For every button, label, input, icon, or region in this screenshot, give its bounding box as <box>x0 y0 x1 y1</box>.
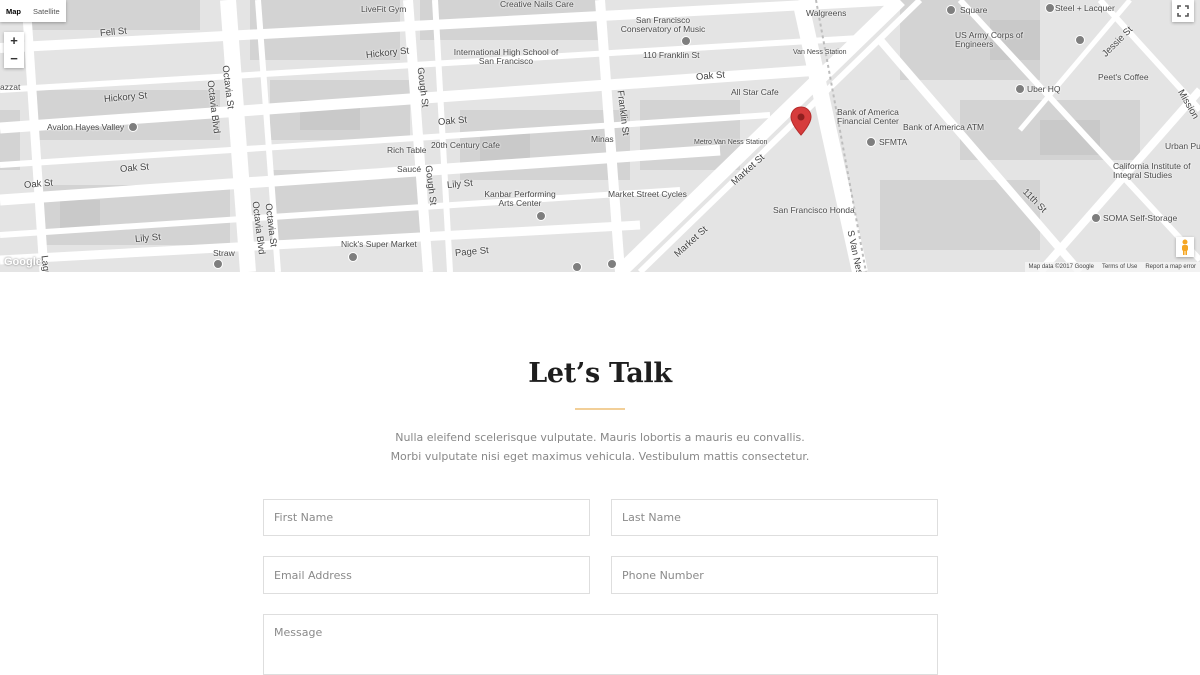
street-label: Lily St <box>134 231 162 245</box>
map-place-label[interactable]: Rich Table <box>387 145 427 155</box>
pegman-icon <box>1182 239 1188 255</box>
map-place-label[interactable]: All Star Cafe <box>731 87 779 97</box>
poi-icon[interactable] <box>128 122 138 132</box>
map-place-label[interactable]: Avalon Hayes Valley <box>47 122 124 132</box>
map-place-label[interactable]: azzat <box>0 82 20 92</box>
location-map[interactable]: LiveFit Gym Creative Nails Care Walgreen… <box>0 0 1200 272</box>
map-place-label[interactable]: Creative Nails Care <box>500 0 574 9</box>
map-place-label[interactable]: Uber HQ <box>1027 84 1061 94</box>
map-type-satellite-button[interactable]: Satellite <box>27 7 66 16</box>
poi-icon[interactable] <box>536 211 546 221</box>
map-place-label[interactable]: Walgreens <box>806 8 846 18</box>
street-label: Lily St <box>446 177 474 191</box>
section-title: Let’s Talk <box>528 358 672 389</box>
map-place-label[interactable]: Peet's Coffee <box>1098 72 1149 82</box>
map-place-label[interactable]: Van Ness Station <box>793 49 847 57</box>
fullscreen-icon <box>1177 5 1189 17</box>
email-field[interactable] <box>263 556 590 594</box>
section-intro: Nulla eleifend scelerisque vulputate. Ma… <box>390 431 810 463</box>
fullscreen-button[interactable] <box>1172 0 1194 22</box>
google-logo[interactable]: Google <box>4 256 42 268</box>
map-place-label[interactable]: US Army Corps of Engineers <box>955 30 1025 50</box>
map-data-text: Map data ©2017 Google <box>1028 264 1094 270</box>
map-place-label[interactable]: 20th Century Cafe <box>431 140 500 150</box>
poi-icon[interactable] <box>1045 3 1055 13</box>
poi-icon[interactable] <box>1091 213 1101 223</box>
map-marker-icon[interactable] <box>790 106 812 136</box>
zoom-in-button[interactable]: + <box>4 32 24 50</box>
phone-field[interactable] <box>611 556 938 594</box>
poi-icon[interactable] <box>681 36 691 46</box>
map-place-label[interactable]: Urban Pu <box>1165 141 1200 151</box>
map-place-label[interactable]: California Institute of Integral Studies <box>1113 161 1193 181</box>
first-name-field[interactable] <box>263 499 590 536</box>
map-place-label[interactable]: Market Street Cycles <box>608 189 687 199</box>
map-place-label[interactable]: SFMTA <box>879 137 907 147</box>
poi-icon[interactable] <box>607 259 617 269</box>
map-place-label[interactable]: Saucé <box>397 164 421 174</box>
poi-icon[interactable] <box>1075 35 1085 45</box>
map-attribution: Map data ©2017 Google Terms of Use Repor… <box>1024 262 1200 272</box>
map-place-label[interactable]: International High School of San Francis… <box>446 47 566 67</box>
zoom-control: + − <box>4 32 24 68</box>
poi-icon[interactable] <box>1015 84 1025 94</box>
map-place-label[interactable]: Bank of America Financial Center <box>837 107 909 127</box>
map-place-label[interactable]: Metro Van Ness Station <box>694 139 767 147</box>
terms-of-use-link[interactable]: Terms of Use <box>1098 264 1141 270</box>
map-place-label[interactable]: Straw <box>213 248 235 258</box>
map-place-label[interactable]: SOMA Self-Storage <box>1103 213 1177 223</box>
map-place-label[interactable]: Square <box>960 5 987 15</box>
map-place-label[interactable]: Steel + Lacquer <box>1055 3 1115 13</box>
poi-icon[interactable] <box>866 137 876 147</box>
last-name-field[interactable] <box>611 499 938 536</box>
poi-icon[interactable] <box>572 262 582 272</box>
report-map-error-link[interactable]: Report a map error <box>1141 264 1200 270</box>
map-place-label[interactable]: Nick's Super Market <box>341 239 417 249</box>
map-type-map-button[interactable]: Map <box>0 7 27 16</box>
map-place-label[interactable]: Minas <box>591 134 614 144</box>
message-field[interactable] <box>263 614 938 675</box>
poi-icon[interactable] <box>348 252 358 262</box>
title-underline <box>575 408 625 410</box>
zoom-out-button[interactable]: − <box>4 50 24 68</box>
poi-icon[interactable] <box>213 259 223 269</box>
map-place-label[interactable]: 110 Franklin St <box>643 50 700 60</box>
map-place-label[interactable]: San Francisco Honda <box>773 205 855 215</box>
map-place-label[interactable]: San Francisco Conservatory of Music <box>613 15 713 35</box>
map-place-label[interactable]: LiveFit Gym <box>361 4 406 14</box>
map-place-label[interactable]: Kanbar Performing Arts Center <box>480 189 560 209</box>
map-type-control: Map Satellite <box>0 0 66 22</box>
poi-icon[interactable] <box>946 5 956 15</box>
street-view-button[interactable] <box>1176 237 1194 257</box>
map-place-label[interactable]: Bank of America ATM <box>903 122 984 132</box>
street-label: Fell St <box>99 25 128 39</box>
